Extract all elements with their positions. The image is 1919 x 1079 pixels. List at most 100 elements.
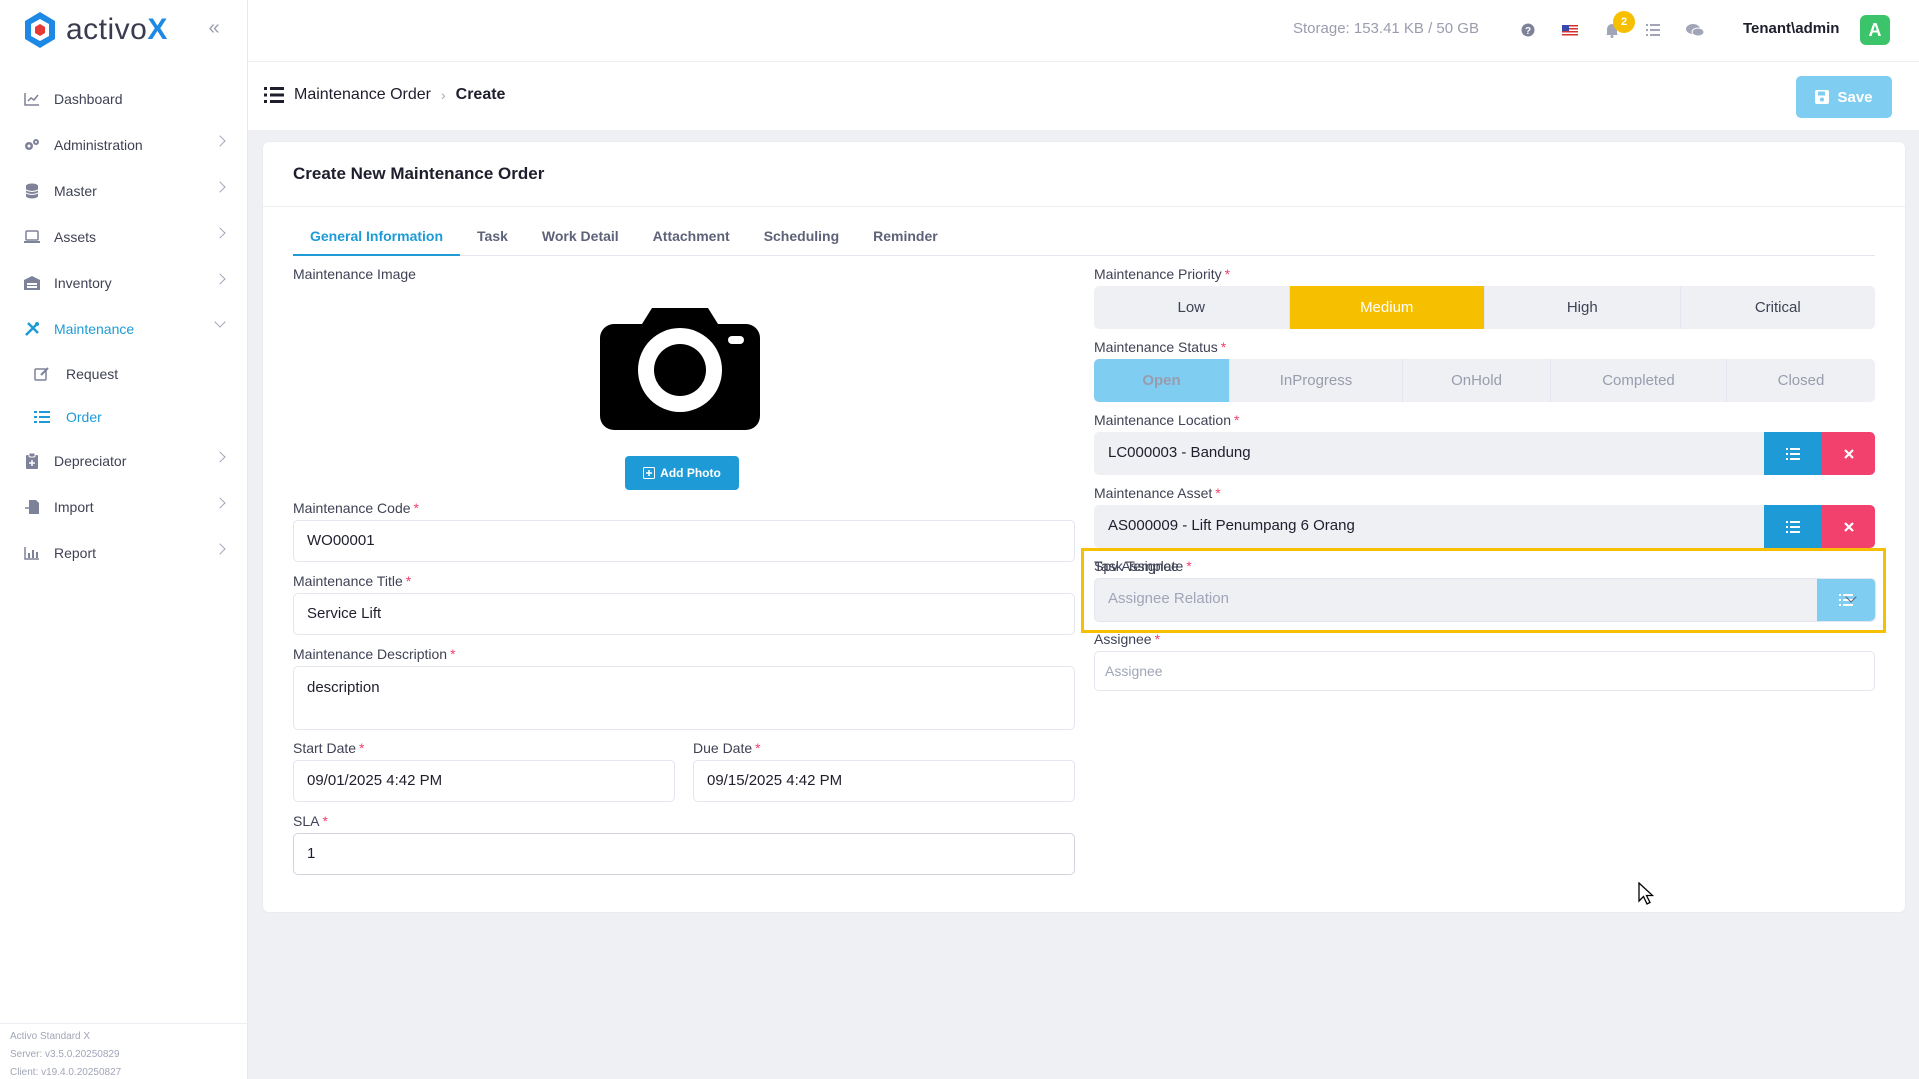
label-text: SLA xyxy=(293,813,320,829)
task-template-select[interactable] xyxy=(1094,578,1876,622)
priority-medium[interactable]: Medium xyxy=(1289,286,1485,329)
status-onhold[interactable]: OnHold xyxy=(1403,359,1551,402)
laptop-icon xyxy=(22,227,42,247)
tab-work-detail[interactable]: Work Detail xyxy=(525,224,636,256)
chevron-down-icon xyxy=(1845,591,1857,603)
asset-lookup-button[interactable] xyxy=(1764,505,1822,548)
tab-reminder[interactable]: Reminder xyxy=(856,224,955,256)
sidebar: activoX « Dashboard Administration Maste… xyxy=(0,0,248,1079)
sidebar-item-label: Request xyxy=(66,365,119,382)
label-text: Maintenance Description xyxy=(293,646,448,662)
chart-bar-icon xyxy=(22,543,42,563)
location-lookup-button[interactable] xyxy=(1764,432,1822,475)
label-text: Maintenance Code xyxy=(293,500,411,516)
tenant-user-name[interactable]: Tenant\admin xyxy=(1743,20,1839,37)
chevron-right-icon xyxy=(214,135,226,147)
chevron-down-icon xyxy=(214,316,226,328)
due-date-input[interactable]: 09/15/2025 4:42 PM xyxy=(693,760,1075,802)
sidebar-item-report[interactable]: Report xyxy=(0,530,248,576)
maintenance-title-input[interactable]: Service Lift xyxy=(293,593,1075,635)
collapse-sidebar-icon[interactable]: « xyxy=(204,18,224,38)
location-clear-button[interactable] xyxy=(1822,432,1875,475)
maintenance-asset-input[interactable]: AS000009 - Lift Penumpang 6 Orang xyxy=(1094,505,1764,548)
chevron-right-icon xyxy=(214,451,226,463)
priority-critical[interactable]: Critical xyxy=(1681,286,1876,329)
tools-icon xyxy=(22,319,42,339)
storage-usage: Storage: 153.41 KB / 50 GB xyxy=(1293,20,1479,37)
assignee-input[interactable]: Assignee xyxy=(1094,651,1875,691)
tab-task[interactable]: Task xyxy=(460,224,525,256)
sla-input[interactable]: 1 xyxy=(293,833,1075,875)
sidebar-item-order[interactable]: Order xyxy=(0,395,248,438)
start-date-input[interactable]: 09/01/2025 4:42 PM xyxy=(293,760,675,802)
server-version: Server: v3.5.0.20250829 xyxy=(10,1049,120,1060)
tab-general-information[interactable]: General Information xyxy=(293,224,461,256)
sidebar-item-import[interactable]: Import xyxy=(0,484,248,530)
sidebar-item-dashboard[interactable]: Dashboard xyxy=(0,76,248,122)
database-icon xyxy=(22,181,42,201)
add-photo-button[interactable]: Add Photo xyxy=(625,456,739,490)
chat-icon[interactable] xyxy=(1685,20,1705,40)
maintenance-description-label: Maintenance Description * xyxy=(293,646,456,662)
status-open[interactable]: Open xyxy=(1094,359,1230,402)
chevron-right-icon xyxy=(214,227,226,239)
priority-low[interactable]: Low xyxy=(1094,286,1290,329)
help-icon[interactable]: ? xyxy=(1518,20,1538,40)
status-inprogress[interactable]: InProgress xyxy=(1230,359,1403,402)
sidebar-item-maintenance[interactable]: Maintenance xyxy=(0,306,248,352)
due-date-label: Due Date * xyxy=(693,740,761,756)
maintenance-image-label: Maintenance Image xyxy=(293,266,416,282)
clipboard-icon xyxy=(22,451,42,471)
gears-icon xyxy=(22,135,42,155)
status-closed[interactable]: Closed xyxy=(1727,359,1875,402)
sidebar-item-label: Dashboard xyxy=(54,91,123,107)
sidebar-item-label: Import xyxy=(54,499,94,515)
sidebar-item-label: Report xyxy=(54,545,97,561)
task-list-icon[interactable] xyxy=(1643,20,1663,40)
label-text: Maintenance Asset xyxy=(1094,485,1213,501)
start-date-label: Start Date * xyxy=(293,740,364,756)
breadcrumb-parent[interactable]: Maintenance Order xyxy=(294,86,431,104)
sidebar-item-master[interactable]: Master xyxy=(0,168,248,214)
maintenance-status-label: Maintenance Status * xyxy=(1094,339,1226,355)
priority-high[interactable]: High xyxy=(1485,286,1681,329)
list-check-icon xyxy=(1786,520,1800,533)
chevron-right-icon xyxy=(214,181,226,193)
maintenance-description-textarea[interactable]: description xyxy=(293,666,1075,730)
us-flag-icon[interactable] xyxy=(1560,20,1580,40)
tab-scheduling[interactable]: Scheduling xyxy=(747,224,856,256)
label-text: Maintenance Location xyxy=(1094,412,1231,428)
app-logo[interactable]: activoX xyxy=(22,10,168,50)
camera-icon[interactable] xyxy=(600,300,760,430)
status-completed[interactable]: Completed xyxy=(1551,359,1727,402)
sidebar-item-depreciator[interactable]: Depreciator xyxy=(0,438,248,484)
sla-label: SLA * xyxy=(293,813,328,829)
sidebar-item-inventory[interactable]: Inventory xyxy=(0,260,248,306)
client-version: Client: v19.4.0.20250827 xyxy=(10,1067,122,1078)
maintenance-location-input[interactable]: LC000003 - Bandung xyxy=(1094,432,1764,475)
sidebar-item-label: Administration xyxy=(54,137,143,153)
required-marker: * xyxy=(359,740,365,756)
notification-badge: 2 xyxy=(1613,11,1635,33)
avatar[interactable]: A xyxy=(1860,15,1890,45)
sidebar-item-label: Master xyxy=(54,183,97,199)
tab-attachment[interactable]: Attachment xyxy=(636,224,747,256)
sidebar-item-request[interactable]: Request xyxy=(0,352,248,395)
maintenance-priority-label: Maintenance Priority * xyxy=(1094,266,1230,282)
maintenance-code-input[interactable]: WO00001 xyxy=(293,520,1075,562)
label-text: Assignee xyxy=(1094,631,1152,647)
status-selector: Open InProgress OnHold Completed Closed xyxy=(1094,359,1875,402)
card-title: Create New Maintenance Order xyxy=(293,164,545,183)
required-marker: * xyxy=(1234,412,1240,428)
priority-selector: Low Medium High Critical xyxy=(1094,286,1875,329)
sidebar-item-administration[interactable]: Administration xyxy=(0,122,248,168)
save-button[interactable]: Save xyxy=(1796,76,1892,118)
file-import-icon xyxy=(22,497,42,517)
logo-hex-icon xyxy=(25,12,55,48)
form-tabs: General Information Task Work Detail Att… xyxy=(293,224,1875,256)
maintenance-location-label: Maintenance Location * xyxy=(1094,412,1239,428)
label-text: Maintenance Priority xyxy=(1094,266,1222,282)
edit-icon xyxy=(32,364,52,384)
asset-clear-button[interactable] xyxy=(1822,505,1875,548)
sidebar-item-assets[interactable]: Assets xyxy=(0,214,248,260)
